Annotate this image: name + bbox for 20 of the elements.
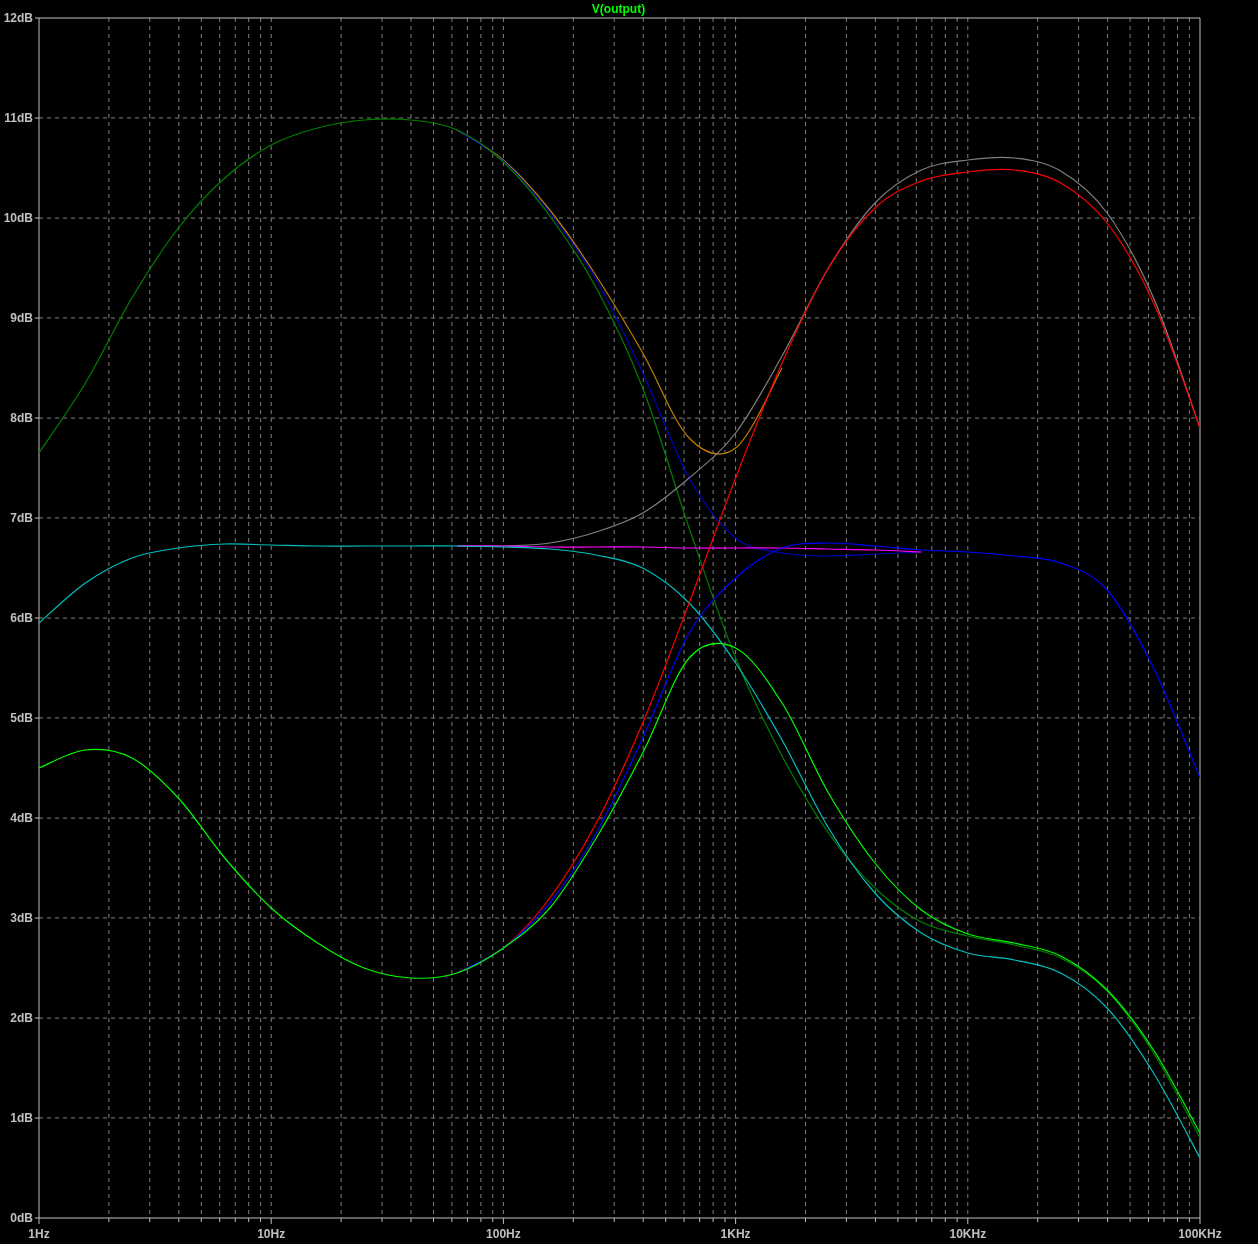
y-axis-label: 0dB — [10, 1211, 33, 1225]
y-axis-label: 10dB — [3, 211, 33, 225]
y-axis-label: 9dB — [10, 311, 33, 325]
y-axis-label: 2dB — [10, 1011, 33, 1025]
y-axis-label: 11dB — [4, 111, 33, 125]
y-axis-label: 7dB — [10, 511, 33, 525]
x-axis-label: 100Hz — [486, 1227, 521, 1241]
y-axis-label: 4dB — [10, 811, 33, 825]
y-axis-label: 1dB — [10, 1111, 33, 1125]
x-axis-label: 10KHz — [949, 1227, 987, 1241]
x-axis-label: 1Hz — [28, 1227, 50, 1241]
y-axis-label: 5dB — [10, 711, 33, 725]
x-axis-label: 1KHz — [720, 1227, 751, 1241]
x-axis-label: 100KHz — [1178, 1227, 1222, 1241]
y-axis-label: 3dB — [10, 911, 33, 925]
y-axis-label: 6dB — [10, 611, 33, 625]
plot-title: V(output) — [591, 2, 646, 16]
y-axis-label: 8dB — [10, 411, 33, 425]
x-axis-label: 10Hz — [257, 1227, 286, 1241]
y-axis-label: 12dB — [3, 11, 33, 25]
